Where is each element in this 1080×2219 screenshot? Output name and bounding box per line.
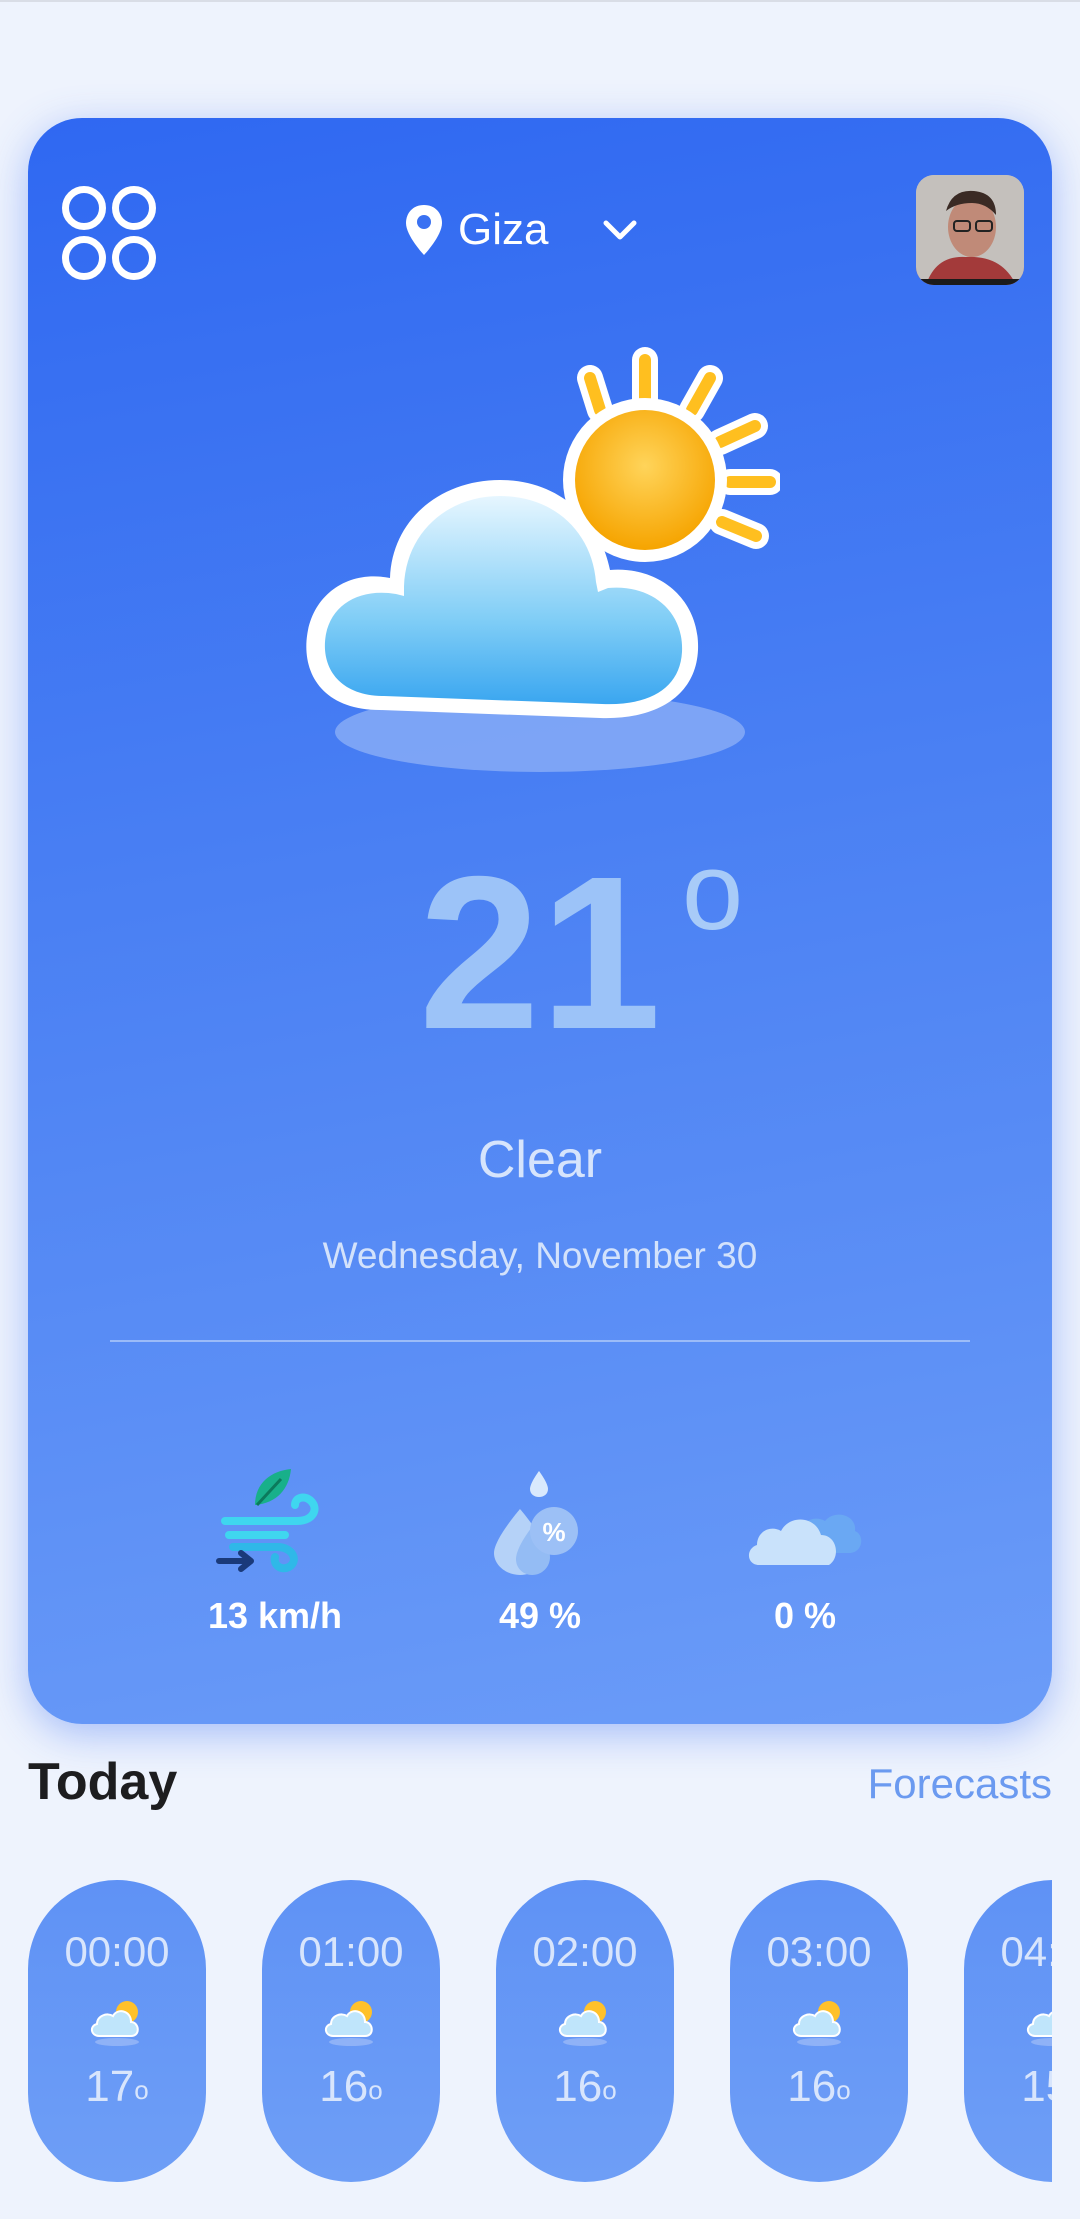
partly-cloudy-icon [1027, 2011, 1052, 2046]
today-section-header: Today Forecasts [28, 1752, 1052, 1816]
cloud-stat: 0 % [685, 1465, 925, 1637]
temperature-value: 21 [418, 832, 662, 1075]
wind-stat: 13 km/h [155, 1465, 395, 1637]
partly-cloudy-icon [91, 2001, 139, 2046]
humidity-value: 49 % [498, 1595, 582, 1636]
hour-time: 01:00 [298, 1928, 404, 1975]
current-date: Wednesday, November 30 [322, 1235, 758, 1276]
forecasts-link[interactable]: Forecasts [868, 1760, 1052, 1808]
hour-time: 00:00 [64, 1928, 170, 1975]
hourly-forecast-list[interactable]: 00:00 17o 01:00 16o 02:00 16o 03:00 16o … [28, 1880, 1052, 2190]
grid-menu-icon[interactable] [62, 186, 156, 280]
chevron-down-icon[interactable] [598, 215, 642, 245]
hourly-forecast-item[interactable]: 03:00 16o [730, 1880, 908, 2182]
cloud-icon [748, 1514, 862, 1565]
hour-time: 02:00 [532, 1928, 638, 1975]
hourly-forecast-item[interactable]: 04:00 15o [964, 1880, 1052, 2182]
partly-cloudy-icon [306, 347, 780, 772]
hourly-forecast-item[interactable]: 01:00 16o [262, 1880, 440, 2182]
hour-temp: 16o [553, 2062, 617, 2111]
hour-time: 04:00 [1000, 1928, 1052, 1975]
today-title: Today [28, 1753, 178, 1811]
hourly-forecast-item[interactable]: 02:00 16o [496, 1880, 674, 2182]
svg-text:%: % [542, 1517, 565, 1547]
location-selector[interactable]: Giza [404, 200, 642, 260]
location-pin-icon [406, 205, 442, 255]
cloud-cover-value: 0 % [773, 1595, 837, 1636]
humidity-stat: % 49 % [420, 1465, 660, 1637]
hour-time: 03:00 [766, 1928, 872, 1975]
humidity-drop-icon: % [494, 1471, 578, 1575]
weather-condition: Clear [477, 1131, 603, 1189]
current-temperature: 21 o [0, 837, 1080, 1063]
degree-symbol: o [682, 830, 744, 953]
divider [110, 1340, 970, 1342]
hour-temp: 16o [319, 2062, 383, 2111]
status-bar-line [0, 0, 1080, 2]
hourly-forecast-item[interactable]: 00:00 17o [28, 1880, 206, 2182]
location-name: Giza [458, 205, 549, 254]
hour-temp: 17o [85, 2062, 149, 2111]
user-avatar[interactable] [916, 175, 1024, 285]
hour-temp: 16o [787, 2062, 851, 2111]
wind-speed-value: 13 km/h [207, 1595, 343, 1636]
hour-temp: 15o [1021, 2062, 1052, 2111]
partly-cloudy-icon [793, 2001, 841, 2046]
wind-icon [216, 1469, 319, 1573]
partly-cloudy-icon [559, 2001, 607, 2046]
partly-cloudy-icon [325, 2001, 373, 2046]
